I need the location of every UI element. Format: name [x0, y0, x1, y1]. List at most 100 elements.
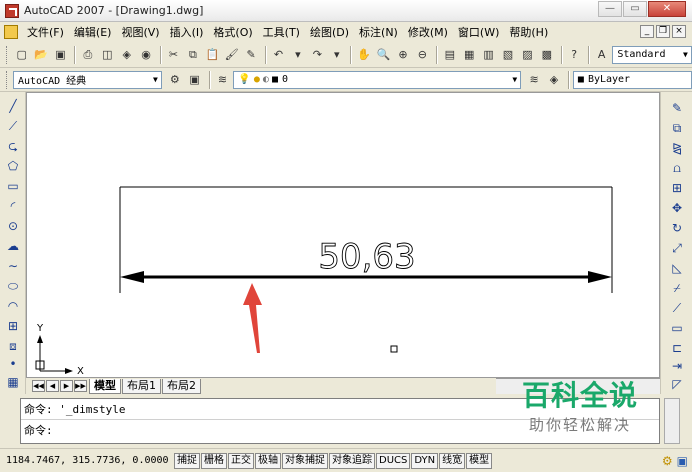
prev-tab-icon[interactable]: ◀ [46, 380, 59, 392]
workspace-select[interactable]: AutoCAD 经典 ▼ [12, 70, 162, 89]
3d-dwf-icon[interactable]: ◉ [137, 46, 154, 64]
clean-screen-icon[interactable]: ▣ [677, 454, 688, 468]
menu-draw[interactable]: 绘图(D) [305, 24, 354, 40]
menu-help[interactable]: 帮助(H) [504, 24, 553, 40]
layer-previous-icon[interactable]: ◈ [545, 71, 563, 89]
stretch-icon[interactable]: ◺ [669, 260, 685, 276]
osnap-button[interactable]: 对象捕捉 [282, 452, 328, 469]
polyline-icon[interactable]: ⮎ [5, 138, 21, 154]
print-icon[interactable]: ⎙ [79, 46, 96, 64]
tab-layout1[interactable]: 布局1 [122, 378, 161, 394]
menu-window[interactable]: 窗口(W) [453, 24, 504, 40]
make-block-icon[interactable]: ⧈ [5, 338, 21, 354]
workspace-settings-icon[interactable]: ⚙ [166, 71, 184, 89]
copy-icon[interactable]: ⧉ [184, 46, 201, 64]
polygon-icon[interactable]: ⬠ [5, 158, 21, 174]
extend-icon[interactable]: ⟋ [669, 300, 685, 316]
layer-manager-icon[interactable]: ≋ [214, 71, 232, 89]
publish-icon[interactable]: ◈ [118, 46, 135, 64]
arc-icon[interactable]: ◜ [5, 198, 21, 214]
coordinate-readout[interactable]: 1184.7467, 315.7736, 0.0000 [6, 455, 174, 466]
offset-icon[interactable]: ⩍ [669, 160, 685, 176]
redo-dropdown-icon[interactable]: ▾ [328, 46, 345, 64]
doc-close-button[interactable]: × [672, 25, 686, 38]
layer-select[interactable]: 💡 ● ◐ ■ 0 ▼ [233, 70, 522, 89]
line-icon[interactable]: ╱ [5, 98, 21, 114]
match-properties-icon[interactable]: 🖌 [223, 46, 240, 64]
redo-icon[interactable]: ↷ [309, 46, 326, 64]
menu-dimension[interactable]: 标注(N) [354, 24, 403, 40]
autocad-app-icon[interactable] [5, 3, 19, 18]
lineweight-button[interactable]: 线宽 [439, 452, 466, 469]
mirror-icon[interactable]: ⧎ [669, 140, 685, 156]
markup-icon[interactable]: ▨ [519, 46, 536, 64]
tab-model[interactable]: 模型 [89, 378, 121, 394]
document-icon[interactable] [4, 25, 18, 39]
color-select[interactable]: ■ ByLayer [572, 70, 692, 89]
tool-palettes-icon[interactable]: ▥ [480, 46, 497, 64]
array-icon[interactable]: ⊞ [669, 180, 685, 196]
menu-view[interactable]: 视图(V) [116, 24, 164, 40]
calculator-icon[interactable]: ▩ [538, 46, 555, 64]
construction-line-icon[interactable]: ⟋ [5, 118, 21, 134]
ellipse-arc-icon[interactable]: ◠ [5, 298, 21, 314]
block-editor-icon[interactable]: ✎ [242, 46, 259, 64]
minimize-button[interactable]: — [598, 1, 622, 17]
tray-settings-icon[interactable]: ⚙ [662, 454, 673, 468]
help-icon[interactable]: ? [566, 46, 583, 64]
zoom-window-icon[interactable]: ⊕ [394, 46, 411, 64]
rectangle-icon[interactable]: ▭ [5, 178, 21, 194]
make-layer-current-icon[interactable]: ≋ [525, 71, 543, 89]
spline-icon[interactable]: ∼ [5, 258, 21, 274]
rotate-icon[interactable]: ↻ [669, 220, 685, 236]
snap-button[interactable]: 捕捉 [174, 452, 200, 469]
undo-dropdown-icon[interactable]: ▾ [289, 46, 306, 64]
polar-button[interactable]: 极轴 [255, 452, 281, 469]
break-at-point-icon[interactable]: ▭ [669, 320, 685, 336]
point-icon[interactable]: • [5, 356, 21, 372]
plot-preview-icon[interactable]: ◫ [99, 46, 116, 64]
paste-icon[interactable]: 📋 [204, 46, 221, 64]
text-style-icon[interactable]: A [593, 46, 610, 64]
ellipse-icon[interactable]: ⬭ [5, 278, 21, 294]
menu-insert[interactable]: 插入(I) [165, 24, 209, 40]
cut-icon[interactable]: ✂ [165, 46, 182, 64]
properties-icon[interactable]: ▤ [441, 46, 458, 64]
trim-icon[interactable]: ⌿ [669, 280, 685, 296]
ducs-button[interactable]: DUCS [376, 452, 411, 469]
hatch-icon[interactable]: ▦ [5, 374, 21, 390]
tab-layout2[interactable]: 布局2 [162, 378, 201, 394]
menu-format[interactable]: 格式(O) [208, 24, 257, 40]
command-scrollbar[interactable] [664, 398, 680, 444]
doc-restore-button[interactable]: ❐ [656, 25, 670, 38]
save-icon[interactable]: ▣ [52, 46, 69, 64]
toolbar-grip[interactable] [6, 45, 9, 64]
zoom-realtime-icon[interactable]: 🔍 [375, 46, 392, 64]
menu-modify[interactable]: 修改(M) [403, 24, 453, 40]
erase-icon[interactable]: ✎ [669, 100, 685, 116]
menu-file[interactable]: 文件(F) [22, 24, 69, 40]
toolbar-grip[interactable] [6, 70, 9, 89]
move-icon[interactable]: ✥ [669, 200, 685, 216]
doc-minimize-button[interactable]: _ [640, 25, 654, 38]
menu-edit[interactable]: 编辑(E) [69, 24, 117, 40]
grid-button[interactable]: 栅格 [201, 452, 227, 469]
undo-icon[interactable]: ↶ [270, 46, 287, 64]
revision-cloud-icon[interactable]: ☁ [5, 238, 21, 254]
first-tab-icon[interactable]: ◀◀ [32, 380, 45, 392]
new-file-icon[interactable]: ▢ [13, 46, 30, 64]
scale-icon[interactable]: ⤢ [669, 240, 685, 256]
zoom-previous-icon[interactable]: ⊖ [414, 46, 431, 64]
model-button[interactable]: 模型 [466, 452, 493, 469]
insert-block-icon[interactable]: ⊞ [5, 318, 21, 334]
join-icon[interactable]: ⇥ [669, 358, 685, 374]
text-style-select[interactable]: Standard ▼ [612, 45, 692, 64]
last-tab-icon[interactable]: ▶▶ [74, 380, 87, 392]
menu-tools[interactable]: 工具(T) [258, 24, 305, 40]
maximize-button[interactable]: ▭ [623, 1, 647, 17]
close-button[interactable]: ✕ [648, 1, 686, 17]
circle-icon[interactable]: ⊙ [5, 218, 21, 234]
dyn-button[interactable]: DYN [411, 452, 439, 469]
next-tab-icon[interactable]: ▶ [60, 380, 73, 392]
pan-icon[interactable]: ✋ [355, 46, 372, 64]
